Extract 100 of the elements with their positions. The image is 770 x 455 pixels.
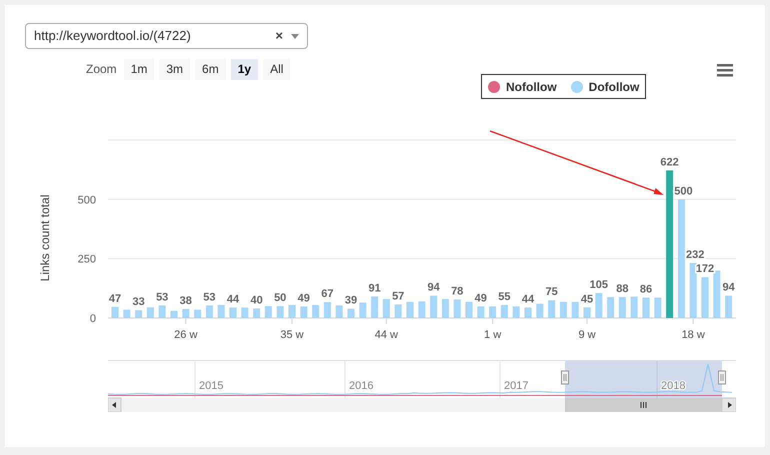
bar[interactable] — [466, 302, 472, 318]
x-tick-label: 9 w — [578, 329, 596, 341]
bar[interactable] — [666, 170, 674, 318]
bar[interactable] — [477, 306, 484, 318]
bar[interactable] — [253, 308, 260, 318]
bar[interactable] — [536, 304, 544, 318]
bar[interactable] — [406, 302, 414, 318]
bar[interactable] — [442, 299, 449, 318]
zoom-button[interactable]: 1m — [124, 58, 154, 80]
bar[interactable] — [276, 306, 284, 318]
bar[interactable] — [241, 308, 248, 318]
bar[interactable] — [430, 296, 438, 318]
navigator-year-label: 2016 — [349, 380, 374, 392]
data-label: 33 — [132, 296, 145, 308]
data-label: 44 — [522, 294, 534, 306]
bar[interactable] — [595, 293, 602, 318]
bar[interactable] — [500, 304, 508, 318]
bar[interactable] — [264, 306, 272, 318]
bar[interactable] — [359, 302, 366, 318]
bar[interactable] — [348, 308, 354, 318]
zoom-button[interactable]: 1y — [230, 58, 258, 80]
bar[interactable] — [382, 299, 390, 318]
menu-icon[interactable] — [717, 64, 733, 77]
range-handle[interactable] — [718, 370, 726, 384]
data-label: 75 — [545, 286, 558, 298]
bar[interactable] — [300, 306, 308, 318]
bar[interactable] — [548, 300, 556, 318]
bar[interactable] — [146, 307, 154, 318]
bar[interactable] — [206, 305, 213, 318]
bar[interactable] — [288, 304, 296, 318]
bar[interactable] — [489, 306, 496, 318]
legend-label[interactable]: Dofollow — [588, 78, 640, 96]
data-label: 105 — [590, 279, 608, 292]
y-tick-label: 0 — [90, 313, 96, 325]
scroll-left-button[interactable] — [108, 398, 122, 412]
bar[interactable] — [618, 297, 626, 318]
navigator-year-label: 2017 — [504, 380, 528, 392]
bar[interactable] — [560, 302, 567, 318]
zoom-button[interactable]: 6m — [195, 58, 226, 80]
y-tick-label: 500 — [78, 194, 96, 206]
data-label: 53 — [156, 291, 168, 304]
bar[interactable] — [454, 300, 461, 318]
x-tick-label: 35 w — [280, 329, 304, 341]
data-label: 88 — [616, 283, 629, 296]
bar[interactable] — [112, 306, 118, 318]
bar[interactable] — [336, 305, 343, 318]
bar[interactable] — [584, 307, 590, 318]
bar[interactable] — [630, 296, 638, 318]
data-label: 49 — [474, 292, 487, 304]
bar[interactable] — [678, 199, 685, 318]
bar[interactable] — [371, 296, 378, 318]
bar[interactable] — [182, 308, 190, 318]
data-label: 44 — [226, 294, 240, 306]
data-label: 50 — [274, 292, 286, 304]
bar[interactable] — [218, 304, 225, 318]
zoom-button[interactable]: 3m — [159, 58, 190, 80]
data-label: 91 — [368, 282, 381, 294]
data-label: 232 — [686, 248, 704, 261]
navigator-year-label: 2015 — [199, 380, 224, 392]
data-label: 40 — [250, 294, 263, 306]
scroll-right-button[interactable] — [722, 398, 736, 412]
bar[interactable] — [158, 305, 166, 318]
clear-button[interactable]: × — [275, 26, 283, 46]
bar[interactable] — [312, 304, 320, 318]
data-label: 78 — [451, 286, 464, 298]
bar[interactable] — [702, 277, 708, 318]
zoom-button[interactable]: All — [263, 58, 290, 80]
caret-icon[interactable] — [291, 34, 299, 38]
bar[interactable] — [642, 298, 650, 318]
bar[interactable] — [607, 297, 614, 318]
data-label: 172 — [696, 263, 714, 276]
bar[interactable] — [713, 270, 720, 318]
bar[interactable] — [230, 308, 236, 318]
bar[interactable] — [194, 310, 202, 318]
bar[interactable] — [135, 310, 142, 318]
bar[interactable] — [690, 262, 697, 318]
bar[interactable] — [654, 298, 662, 318]
data-label: 49 — [298, 292, 310, 304]
bar[interactable] — [524, 308, 532, 318]
bar[interactable] — [512, 306, 520, 318]
bar[interactable] — [394, 304, 402, 318]
bar[interactable] — [324, 302, 331, 318]
bar[interactable] — [725, 296, 732, 318]
bar[interactable] — [572, 302, 579, 318]
scrollbar-thumb[interactable] — [565, 398, 722, 412]
site-select[interactable]: http://keywordtool.io/(4722) × — [25, 23, 308, 49]
range-handle[interactable] — [561, 370, 569, 384]
data-label: 67 — [321, 288, 334, 300]
bar[interactable] — [418, 301, 426, 318]
navigator-year-label: 2018 — [661, 380, 686, 392]
zoom-label: Zoom — [86, 61, 117, 78]
data-label: 39 — [344, 294, 358, 307]
x-tick-label: 26 w — [174, 329, 198, 341]
site-select-value: http://keywordtool.io/(4722) — [34, 27, 192, 46]
y-tick-label: 250 — [78, 254, 96, 266]
bar[interactable] — [123, 310, 130, 318]
x-tick-label: 44 w — [374, 329, 398, 341]
data-label: 57 — [392, 290, 404, 302]
legend-label[interactable]: Nofollow — [506, 78, 557, 96]
bar[interactable] — [170, 310, 178, 318]
